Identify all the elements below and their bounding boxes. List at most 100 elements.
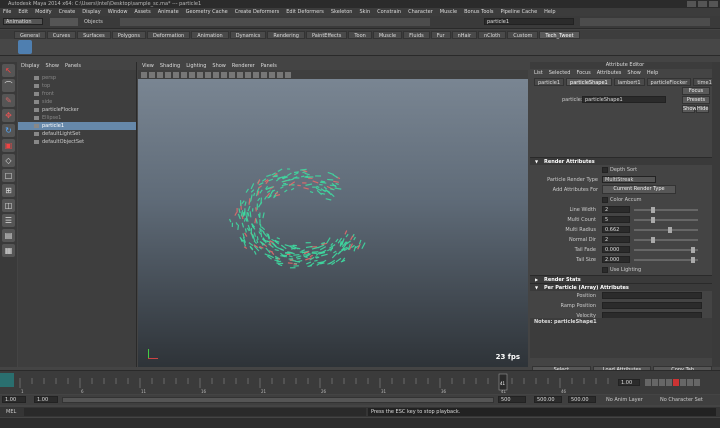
current-frame-field[interactable]: 1.00 <box>618 379 640 386</box>
shelf-tab[interactable]: PaintEffects <box>305 30 348 39</box>
menu-item[interactable]: File <box>3 8 11 16</box>
play-back-icon[interactable] <box>666 379 672 386</box>
rotate-tool-icon[interactable]: ↻ <box>2 124 15 137</box>
character-set-label[interactable]: No Character Set <box>660 395 703 405</box>
playback-start-field[interactable]: 1.00 <box>34 396 58 403</box>
attr-field[interactable]: 2.000 <box>602 256 630 263</box>
shelf-tab[interactable]: Rendering <box>267 30 305 39</box>
ae-menu-item[interactable]: Show <box>627 69 641 77</box>
viewport-menu-item[interactable]: Shading <box>160 62 180 70</box>
menu-item[interactable]: Create Deformers <box>235 8 280 16</box>
image-plane-icon[interactable] <box>165 71 171 78</box>
isolate-icon[interactable] <box>277 71 283 78</box>
layout-single-icon[interactable]: □ <box>2 169 15 182</box>
menu-item[interactable]: Muscle <box>440 8 457 16</box>
attr-slider[interactable] <box>634 247 698 253</box>
outliner-item[interactable]: persp <box>18 74 136 82</box>
attr-slider-knob[interactable] <box>691 257 695 263</box>
last-tool-icon[interactable]: ◇ <box>2 154 15 167</box>
menu-item[interactable]: Skin <box>359 8 370 16</box>
attr-slider[interactable] <box>634 237 698 243</box>
hide-button[interactable]: Hide <box>696 105 709 113</box>
playback-end-field[interactable]: 500 <box>498 396 526 403</box>
step-back-icon[interactable] <box>652 379 658 386</box>
attr-slider-knob[interactable] <box>650 207 655 213</box>
ae-tab[interactable]: particleFlocker <box>646 78 692 86</box>
ae-tab[interactable]: particle1 <box>534 78 565 86</box>
go-start-icon[interactable] <box>645 379 651 386</box>
viewport-panel[interactable]: View Shading Lighting Show Renderer Panels 23… <box>138 62 528 367</box>
depth-sort-checkbox[interactable] <box>602 167 608 173</box>
shelf-tab[interactable]: Fur <box>430 30 451 39</box>
attr-slider[interactable] <box>634 257 698 263</box>
per-particle-header[interactable]: Per Particle (Array) Attributes <box>530 283 720 292</box>
viewport-menu-item[interactable]: Show <box>212 62 226 70</box>
show-button[interactable]: Show <box>682 105 697 113</box>
file-icons[interactable] <box>50 18 78 26</box>
render-type-select[interactable]: MultiStreak <box>602 176 656 183</box>
attr-slider[interactable] <box>634 217 698 223</box>
color-accum-checkbox[interactable] <box>602 197 608 203</box>
layout-side-icon[interactable]: ◫ <box>2 199 15 212</box>
smooth-shade-icon[interactable] <box>237 71 243 78</box>
attr-slider[interactable] <box>634 227 698 233</box>
layout-custom-icon[interactable]: ▦ <box>2 244 15 257</box>
attr-slider-knob[interactable] <box>650 217 655 223</box>
anim-layer-label[interactable]: No Anim Layer <box>606 395 643 405</box>
use-lighting-checkbox[interactable] <box>602 267 608 273</box>
outliner-item[interactable]: particle1 <box>18 122 136 130</box>
bookmark-icon[interactable] <box>157 71 163 78</box>
ae-menu-item[interactable]: Selected <box>549 69 571 77</box>
layout-four-icon[interactable]: ⊞ <box>2 184 15 197</box>
menu-item[interactable]: Constrain <box>377 8 401 16</box>
shelf-tab[interactable]: General <box>14 30 46 39</box>
menu-item[interactable]: Edit <box>18 8 28 16</box>
outliner-menu-item[interactable]: Display <box>21 62 39 70</box>
end-time-field[interactable]: 500.00 <box>534 396 562 403</box>
menu-item[interactable]: Window <box>108 8 128 16</box>
end-time-field-2[interactable]: 500.00 <box>568 396 596 403</box>
shelf-tab[interactable]: Deformation <box>147 30 191 39</box>
render-tools[interactable] <box>580 18 710 26</box>
select-tool-icon[interactable]: ↖ <box>2 64 15 77</box>
per-particle-field[interactable] <box>602 292 702 299</box>
start-time-field[interactable]: 1.00 <box>2 396 26 403</box>
ae-tab[interactable]: particleShape1 <box>566 78 612 86</box>
outliner-item[interactable]: side <box>18 98 136 106</box>
ae-tab[interactable]: lambert1 <box>613 78 645 86</box>
outliner-item[interactable]: Ellipse1 <box>18 114 136 122</box>
attr-field[interactable]: 2 <box>602 236 630 243</box>
search-input[interactable]: particle1 <box>484 18 574 25</box>
status-tools[interactable] <box>120 18 430 26</box>
outliner-menu-item[interactable]: Show <box>45 62 59 70</box>
step-forward-icon[interactable] <box>687 379 693 386</box>
menu-item[interactable]: Create <box>59 8 76 16</box>
menu-item[interactable]: Geometry Cache <box>186 8 228 16</box>
hq-render-icon[interactable] <box>285 71 291 78</box>
attr-field[interactable]: 5 <box>602 216 630 223</box>
menu-item[interactable]: Bonus Tools <box>464 8 493 16</box>
close-icon[interactable] <box>709 1 718 7</box>
viewport-menu-item[interactable]: View <box>142 62 154 70</box>
outliner-item[interactable]: front <box>18 90 136 98</box>
shelf-tab[interactable]: Fluids <box>403 30 430 39</box>
camera-icon[interactable] <box>141 71 147 78</box>
shelf-tab[interactable]: nCloth <box>478 30 507 39</box>
move-tool-icon[interactable]: ✥ <box>2 109 15 122</box>
command-input[interactable] <box>24 408 366 416</box>
menu-item[interactable]: Animate <box>158 8 179 16</box>
paint-tool-icon[interactable]: ✎ <box>2 94 15 107</box>
stop-icon[interactable] <box>673 379 679 386</box>
ae-menu-item[interactable]: Help <box>647 69 658 77</box>
mel-label[interactable]: MEL <box>6 407 16 417</box>
menu-item[interactable]: Edit Deformers <box>286 8 324 16</box>
per-particle-field[interactable] <box>602 302 702 309</box>
menu-item[interactable]: Pipeline Cache <box>500 8 537 16</box>
node-name-field[interactable]: particleShape1 <box>582 96 666 103</box>
presets-button[interactable]: Presets <box>682 96 710 104</box>
ae-menu-item[interactable]: Focus <box>576 69 590 77</box>
shelf-tab[interactable]: nHair <box>451 30 477 39</box>
scale-tool-icon[interactable]: ▣ <box>2 139 15 152</box>
time-slider[interactable]: 1 6 11 16 21 26 31 36 41 46 41 1.00 <box>0 370 720 394</box>
shelf-tab[interactable]: Muscle <box>372 30 403 39</box>
